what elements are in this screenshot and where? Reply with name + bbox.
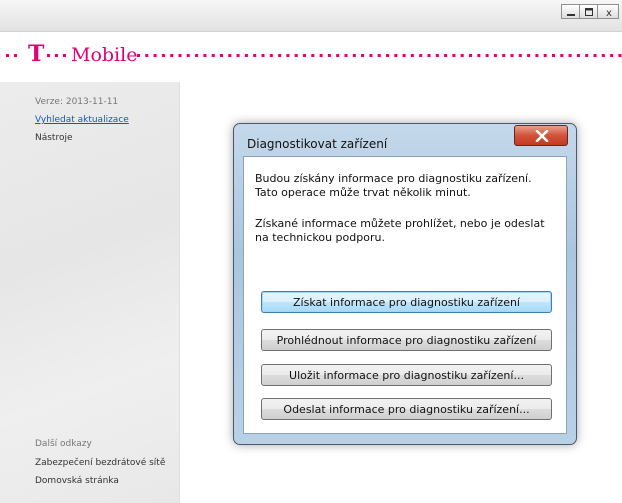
close-icon [535, 130, 549, 142]
brand-dot [269, 54, 273, 57]
brand-dot [63, 54, 66, 57]
description-line-4: na technickou podporu. [255, 231, 385, 244]
close-button[interactable]: x [597, 4, 619, 19]
dialog-body: Budou získány informace pro diagnostiku … [243, 156, 567, 434]
brand-dot [336, 54, 340, 57]
version-label: Verze: 2013-11-11 [35, 97, 119, 107]
brand-dot [153, 54, 157, 57]
brand-dot [502, 54, 506, 57]
brand-dot [410, 54, 414, 57]
brand-dot [460, 54, 464, 57]
t-mobile-logo: T Mobile [6, 41, 622, 67]
brand-dot [244, 54, 248, 57]
brand-dot [220, 54, 223, 57]
brand-dot [593, 54, 597, 57]
send-diagnostics-button[interactable]: Odeslat informace pro diagnostiku zaříze… [261, 398, 552, 420]
brand-dot [510, 54, 514, 57]
brand-dot [6, 54, 9, 57]
sidebar: Verze: 2013-11-11 Vyhledat aktualizace N… [0, 82, 180, 503]
brand-dot [178, 54, 182, 57]
collect-diagnostics-button[interactable]: Získat informace pro diagnostiku zařízen… [261, 291, 552, 313]
brand-dot [452, 54, 456, 57]
dialog-title: Diagnostikovat zařízení [247, 137, 388, 151]
brand-dot [361, 54, 365, 57]
brand-header: T Mobile [0, 32, 622, 82]
brand-dot [377, 54, 381, 57]
brand-dot [543, 54, 547, 57]
close-window-icon: x [606, 8, 612, 19]
brand-dot [601, 54, 605, 57]
brand-dot [352, 54, 356, 57]
brand-dot [195, 54, 199, 57]
brand-dot [319, 54, 323, 57]
logo-t: T [28, 41, 45, 67]
brand-dot [55, 54, 58, 57]
description-line-2: Tato operace může trvat několik minut. [255, 186, 471, 199]
brand-dot [228, 54, 232, 57]
brand-dot [311, 54, 315, 57]
maximize-button[interactable] [579, 4, 598, 19]
brand-dot [610, 54, 614, 57]
description-line-1: Budou získány informace pro diagnostiku … [255, 172, 532, 185]
wireless-security-link[interactable]: Zabezpečení bezdrátové sítě [35, 458, 165, 468]
brand-dot [47, 54, 50, 57]
description-line-3: Získané informace můžete prohlížet, nebo… [255, 217, 545, 230]
brand-dot [236, 54, 240, 57]
brand-dot [493, 54, 497, 57]
svg-text:x: x [606, 8, 612, 19]
brand-dot [369, 54, 373, 57]
brand-dot [261, 54, 265, 57]
brand-dot [186, 54, 190, 57]
brand-dot [161, 54, 165, 57]
brand-dot [14, 54, 17, 57]
brand-dot [137, 54, 140, 57]
brand-dot [518, 54, 522, 57]
brand-dot [618, 54, 622, 57]
more-links-heading: Další odkazy [35, 439, 92, 449]
logo-name: Mobile [71, 44, 137, 66]
home-page-link[interactable]: Domovská stránka [35, 476, 119, 486]
brand-dot [576, 54, 580, 57]
brand-dot [394, 54, 398, 57]
title-bar: x [0, 0, 622, 32]
brand-dot [303, 54, 306, 57]
brand-dot [286, 54, 290, 57]
brand-dot [485, 54, 489, 57]
brand-dot [327, 54, 331, 57]
brand-dot [402, 54, 406, 57]
brand-dot [203, 54, 207, 57]
brand-dot [170, 54, 174, 57]
brand-dot [568, 54, 572, 57]
minimize-button[interactable] [561, 4, 580, 19]
brand-dot [560, 54, 564, 57]
brand-dot [435, 54, 439, 57]
view-diagnostics-button[interactable]: Prohlédnout informace pro diagnostiku za… [261, 329, 552, 351]
brand-dot [552, 54, 555, 57]
brand-dot [419, 54, 423, 57]
window-controls: x [561, 4, 619, 19]
check-updates-link[interactable]: Vyhledat aktualizace [35, 115, 129, 125]
brand-dot [527, 54, 531, 57]
dialog-close-button[interactable] [514, 125, 568, 146]
brand-dot [386, 54, 389, 57]
brand-dot [253, 54, 257, 57]
brand-dot [444, 54, 448, 57]
brand-dot [585, 54, 589, 57]
brand-dot [535, 54, 539, 57]
save-diagnostics-button[interactable]: Uložit informace pro diagnostiku zařízen… [261, 364, 552, 386]
brand-dot [145, 54, 149, 57]
diagnostics-dialog: Diagnostikovat zařízení Budou získány in… [233, 123, 577, 445]
brand-dot [294, 54, 298, 57]
tools-link[interactable]: Nástroje [35, 133, 73, 143]
brand-dot [427, 54, 431, 57]
brand-dot [469, 54, 472, 57]
brand-dot [477, 54, 481, 57]
brand-dot [211, 54, 215, 57]
brand-dot [278, 54, 282, 57]
brand-dot [344, 54, 348, 57]
